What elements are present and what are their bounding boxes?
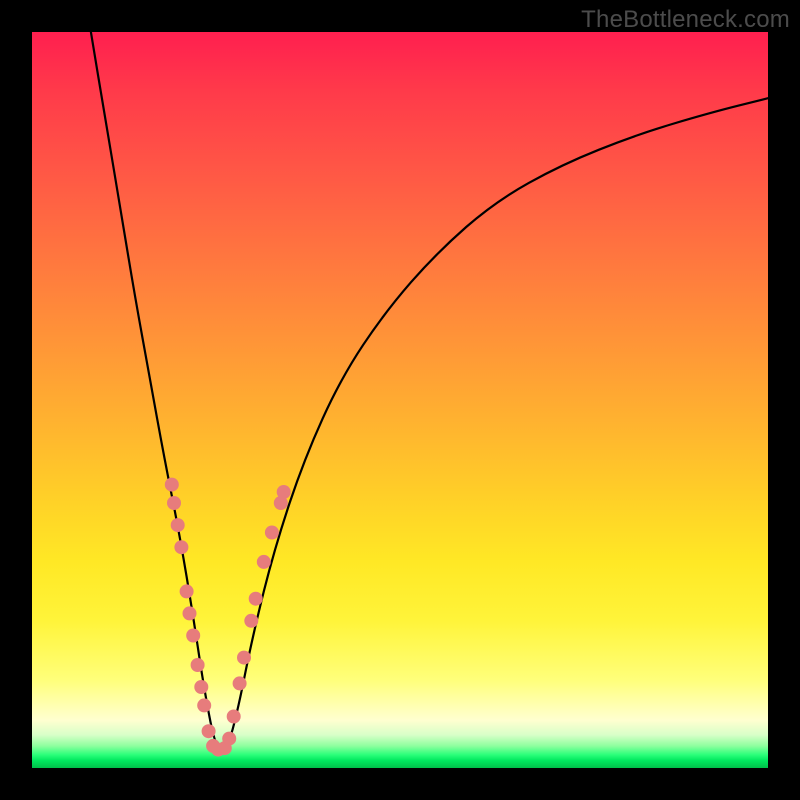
markers-group: [165, 478, 291, 757]
data-marker: [265, 526, 279, 540]
data-marker: [202, 724, 216, 738]
data-marker: [197, 698, 211, 712]
data-marker: [171, 518, 185, 532]
data-marker: [222, 732, 236, 746]
data-marker: [233, 676, 247, 690]
data-marker: [180, 584, 194, 598]
watermark-text: TheBottleneck.com: [581, 6, 790, 34]
data-marker: [167, 496, 181, 510]
data-marker: [244, 614, 258, 628]
data-marker: [237, 651, 251, 665]
data-marker: [194, 680, 208, 694]
data-marker: [186, 629, 200, 643]
data-marker: [249, 592, 263, 606]
data-marker: [165, 478, 179, 492]
data-marker: [257, 555, 271, 569]
data-marker: [191, 658, 205, 672]
plot-area: [32, 32, 768, 768]
chart-svg: [32, 32, 768, 768]
outer-frame: TheBottleneck.com: [0, 0, 800, 800]
data-marker: [174, 540, 188, 554]
data-marker: [277, 485, 291, 499]
data-marker: [227, 710, 241, 724]
data-marker: [183, 606, 197, 620]
